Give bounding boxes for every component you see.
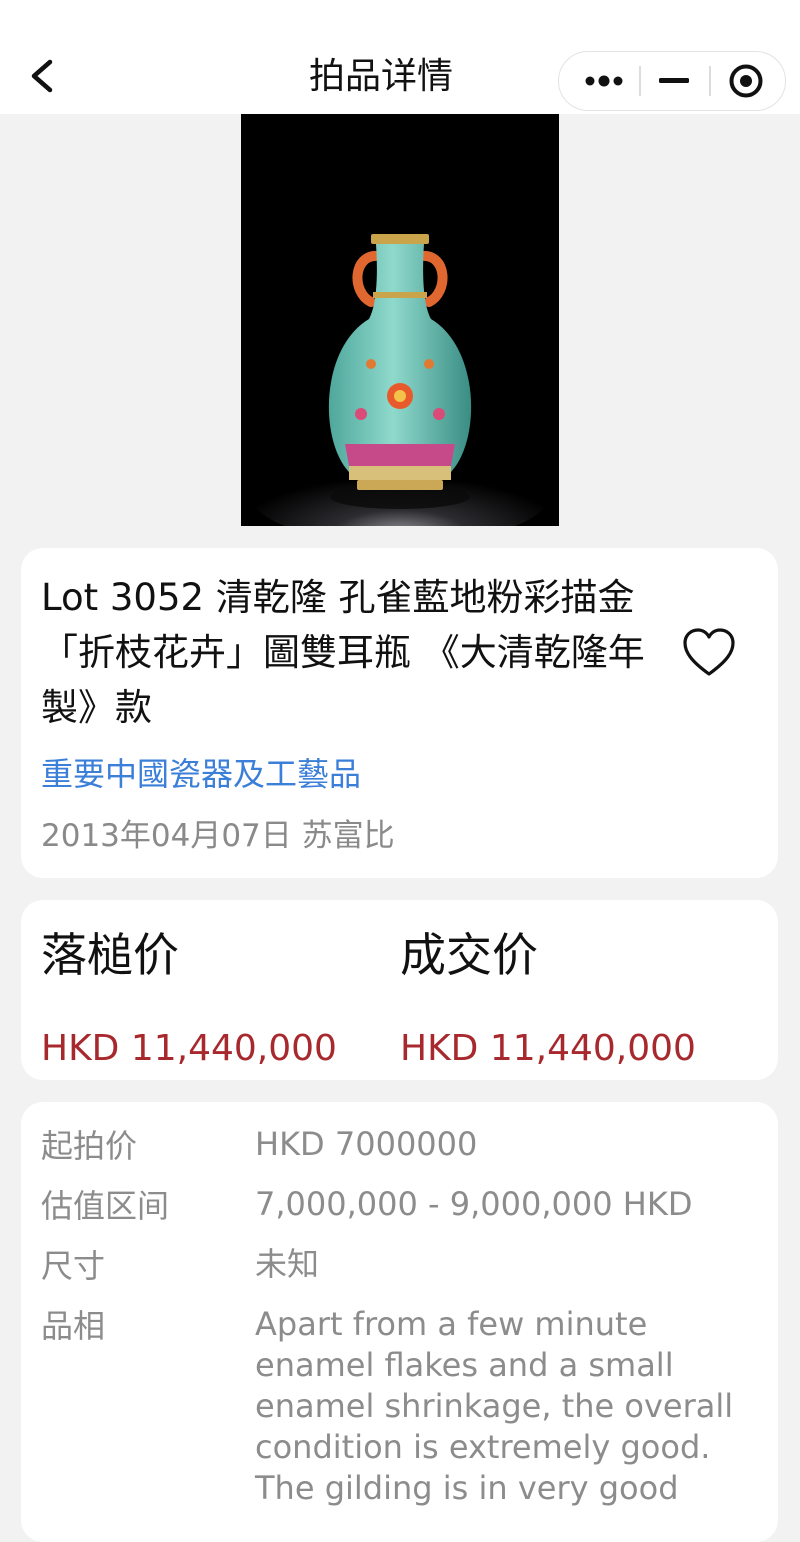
favorite-button[interactable] xyxy=(681,626,737,682)
estimate-value: 7,000,000 - 9,000,000 HKD xyxy=(255,1185,693,1223)
hammer-price-label: 落槌价 xyxy=(41,928,179,982)
start-price-row: 起拍价 HKD 7000000 xyxy=(41,1124,761,1168)
condition-row: 品相 Apart from a few minute enamel flakes… xyxy=(41,1304,761,1524)
price-card: 落槌价 HKD 11,440,000 成交价 HKD 11,440,000 xyxy=(21,900,778,1080)
deal-price-block: 成交价 HKD 11,440,000 xyxy=(400,922,696,1074)
deal-price-value: HKD 11,440,000 xyxy=(400,1028,696,1069)
more-button[interactable] xyxy=(573,52,635,110)
hammer-price-block: 落槌价 HKD 11,440,000 xyxy=(41,922,337,1074)
capsule-divider xyxy=(639,66,641,96)
more-dots-icon xyxy=(585,75,623,87)
auction-session-link[interactable]: 重要中國瓷器及工藝品 xyxy=(41,752,361,796)
minus-icon xyxy=(659,78,689,83)
detail-card: 起拍价 HKD 7000000 估值区间 7,000,000 - 9,000,0… xyxy=(21,1102,778,1542)
size-value: 未知 xyxy=(255,1245,320,1283)
vase-illustration xyxy=(241,114,559,526)
lot-image[interactable] xyxy=(241,114,559,526)
start-price-label: 起拍价 xyxy=(41,1127,138,1165)
start-price-value: HKD 7000000 xyxy=(255,1125,478,1163)
deal-price-label: 成交价 xyxy=(400,928,538,982)
target-circle-icon xyxy=(729,64,763,98)
mini-program-capsule xyxy=(558,51,786,111)
size-row: 尺寸 未知 xyxy=(41,1244,761,1288)
estimate-label: 估值区间 xyxy=(41,1187,170,1225)
lot-title: Lot 3052 清乾隆 孔雀藍地粉彩描金「折枝花卉」圖雙耳瓶 《大清乾隆年製》… xyxy=(41,576,645,729)
capsule-divider xyxy=(709,66,711,96)
sale-date-house: 2013年04月07日 苏富比 xyxy=(41,818,395,854)
condition-value: Apart from a few minute enamel flakes an… xyxy=(255,1305,734,1507)
heart-outline-icon xyxy=(683,628,735,676)
size-label: 尺寸 xyxy=(41,1247,106,1285)
condition-label: 品相 xyxy=(41,1307,106,1345)
estimate-row: 估值区间 7,000,000 - 9,000,000 HKD xyxy=(41,1184,761,1228)
minimize-button[interactable] xyxy=(645,52,703,110)
lot-info-card: Lot 3052 清乾隆 孔雀藍地粉彩描金「折枝花卉」圖雙耳瓶 《大清乾隆年製》… xyxy=(21,548,778,878)
hammer-price-value: HKD 11,440,000 xyxy=(41,1028,337,1069)
close-button[interactable] xyxy=(715,52,777,110)
navigation-bar: 拍品详情 xyxy=(0,0,800,114)
